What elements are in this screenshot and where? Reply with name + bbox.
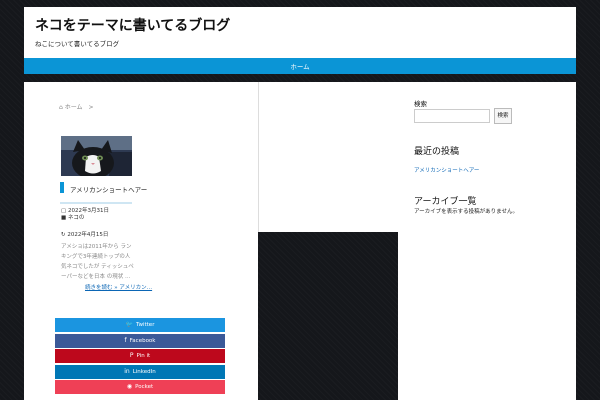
twitter-icon: 🐦 <box>125 321 134 328</box>
pinterest-icon: P <box>129 352 134 359</box>
search-widget-title: 検索 <box>414 100 427 108</box>
archive-empty-text: アーカイブを表示する投稿がありません。 <box>414 209 519 215</box>
read-more-link[interactable]: 続きを読む » アメリカン… <box>85 283 152 291</box>
archive-heading: アーカイブ一覧 <box>414 197 477 207</box>
pocket-icon: ◉ <box>126 383 133 390</box>
breadcrumb: ⌂ ホーム > <box>59 102 94 111</box>
search-input[interactable] <box>414 109 490 123</box>
linkedin-icon: in <box>124 367 130 375</box>
share-button-label: Facebook <box>129 337 156 344</box>
site-header: ネコをテーマに書いてるブログ ねこについて書いてるブログ <box>24 7 576 58</box>
share-button-label: Pin it <box>136 353 151 359</box>
share-button-label: Pocket <box>135 384 154 390</box>
post-title-link[interactable]: アメリカンショートヘアー <box>70 184 147 194</box>
site-title[interactable]: ネコをテーマに書いてるブログ <box>35 15 230 35</box>
breadcrumb-separator: > <box>88 104 94 111</box>
updated-date: ↻ 2022年4月15日 <box>61 232 109 238</box>
post-title-block: アメリカンショートヘアー <box>60 182 147 204</box>
breadcrumb-home-link[interactable]: ホーム <box>65 104 83 111</box>
linkedin-share-button[interactable]: in LinkedIn <box>55 364 225 379</box>
main-content: ⌂ ホーム > アメリカンショートヘアー ▢ 2022年3月31日 ■ ネコの <box>24 82 258 400</box>
share-button-label: Twitter <box>136 322 155 328</box>
search-button[interactable]: 検索 <box>494 108 512 124</box>
nav-home-link[interactable]: ホーム <box>24 61 576 71</box>
main-navigation: ホーム <box>24 58 576 74</box>
post-thumbnail[interactable] <box>61 136 132 176</box>
site-description: ねこについて書いてるブログ <box>35 40 120 48</box>
title-accent-bar <box>60 182 64 193</box>
recent-post-link[interactable]: アメリカンショートヘアー <box>414 166 479 174</box>
pin-it-share-button[interactable]: P Pin it <box>55 349 225 363</box>
refresh-icon: ↻ <box>61 232 66 238</box>
facebook-icon: f <box>124 336 127 344</box>
sidebar-lower-panel <box>399 232 576 400</box>
recent-posts-heading: 最近の投稿 <box>414 147 460 157</box>
facebook-share-button[interactable]: f Facebook <box>55 333 225 348</box>
post-excerpt: アメショは2011年から ランキングで3年連続トップの人気ネコでしたが ティッシ… <box>61 244 134 280</box>
pocket-share-button[interactable]: ◉ Pocket <box>55 380 225 394</box>
content-spacer-column <box>258 82 400 232</box>
home-icon: ⌂ <box>59 104 63 111</box>
twitter-share-button[interactable]: 🐦 Twitter <box>55 318 225 332</box>
category-link[interactable]: ネコの <box>68 215 84 221</box>
post-category: ■ ネコの <box>61 213 84 221</box>
folder-icon: ■ <box>61 215 67 221</box>
share-button-label: LinkedIn <box>132 368 156 375</box>
